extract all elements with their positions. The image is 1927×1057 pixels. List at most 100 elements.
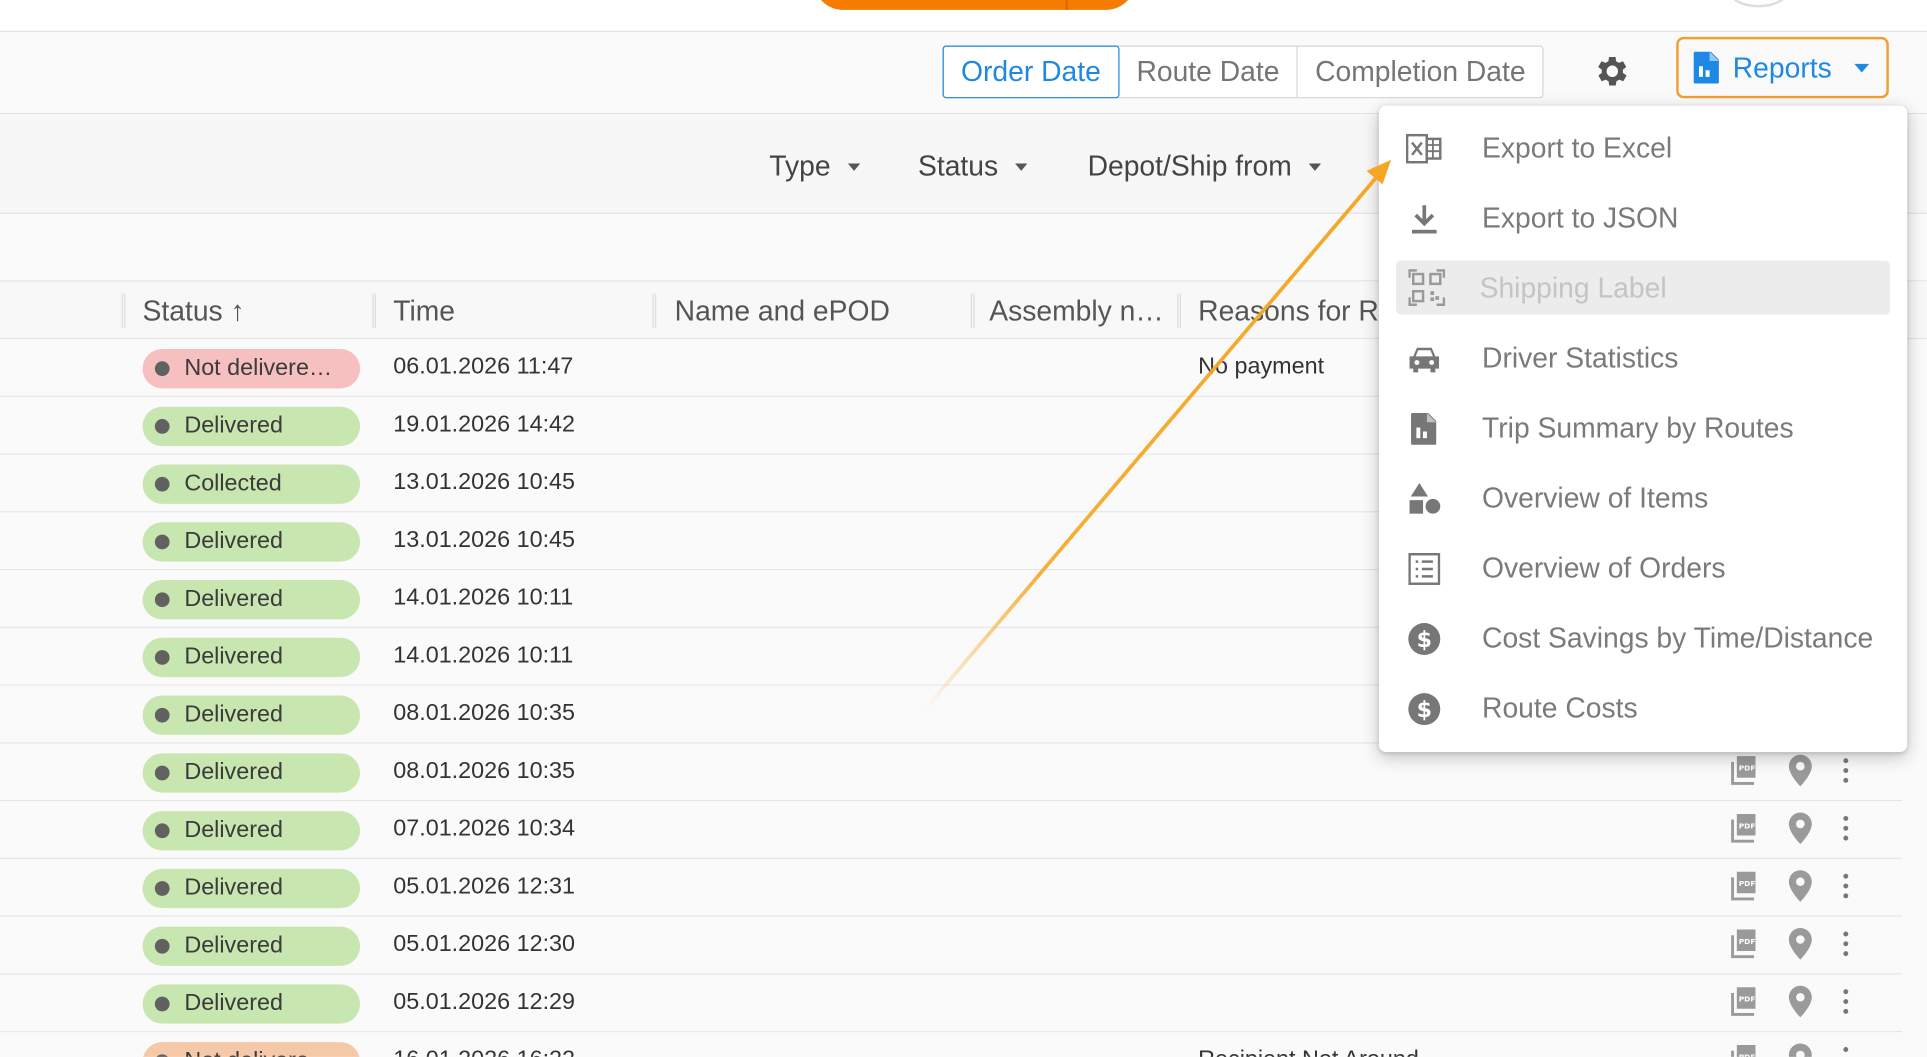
shapes-icon <box>1406 480 1443 517</box>
more-vertical-icon[interactable] <box>1841 1043 1851 1057</box>
time-cell: 05.01.2026 12:31 <box>393 873 576 900</box>
table-row[interactable]: Delivered 07.01.2026 10:34 PDF <box>0 801 1903 860</box>
column-header-name[interactable]: Name and ePOD <box>675 281 964 340</box>
menu-item-export-to-json[interactable]: Export to JSON <box>1379 183 1907 253</box>
location-pin-icon[interactable] <box>1787 753 1814 787</box>
location-pin-icon[interactable] <box>1787 811 1814 845</box>
status-badge: Delivered <box>142 522 361 562</box>
time-cell: 06.01.2026 11:47 <box>393 353 574 380</box>
status-badge-label: Delivered <box>184 990 283 1017</box>
status-badge: Delivered <box>142 695 361 735</box>
row-actions: PDF <box>1725 927 1850 961</box>
svg-text:PDF: PDF <box>1739 937 1756 946</box>
status-dot-icon <box>154 476 170 492</box>
more-vertical-icon[interactable] <box>1841 870 1851 902</box>
table-row[interactable]: Not delivere… 16.01.2026 16:22 Recipient N… <box>0 1032 1903 1057</box>
tab-completion-date[interactable]: Completion Date <box>1298 47 1543 97</box>
location-pin-icon[interactable] <box>1787 869 1814 903</box>
menu-item-trip-summary-by-routes[interactable]: Trip Summary by Routes <box>1379 393 1907 463</box>
pdf-icon[interactable]: PDF <box>1725 927 1759 961</box>
status-dot-icon <box>154 419 170 434</box>
top-navigation-strip <box>0 0 1927 32</box>
status-badge-label: Delivered <box>184 586 283 612</box>
menu-item-cost-savings-by-time-distance[interactable]: $ Cost Savings by Time/Distance <box>1379 603 1907 673</box>
column-header-time[interactable]: Time <box>393 281 645 340</box>
menu-item-label: Route Costs <box>1482 691 1638 724</box>
location-pin-icon[interactable] <box>1787 984 1814 1018</box>
location-pin-icon[interactable] <box>1787 927 1814 961</box>
pdf-icon[interactable]: PDF <box>1725 811 1759 845</box>
status-dot-icon <box>154 881 170 896</box>
table-row[interactable]: Delivered 05.01.2026 12:30 PDF <box>0 916 1903 975</box>
svg-text:PDF: PDF <box>1739 821 1756 830</box>
table-row[interactable]: Delivered 05.01.2026 12:31 PDF <box>0 859 1903 917</box>
more-vertical-icon[interactable] <box>1841 928 1851 960</box>
status-dot-icon <box>154 707 170 723</box>
menu-item-export-to-excel[interactable]: Export to Excel <box>1379 113 1907 183</box>
status-dot-icon <box>154 765 170 781</box>
chevron-down-icon <box>1853 63 1869 72</box>
filter-type[interactable]: Type <box>769 150 861 183</box>
filter-status-label: Status <box>917 149 999 182</box>
tab-route-date[interactable]: Route Date <box>1119 46 1298 98</box>
file-icon <box>1406 410 1443 447</box>
date-type-toggle: Order Date Route Date Completion Date <box>942 45 1545 99</box>
more-vertical-icon[interactable] <box>1841 986 1851 1018</box>
time-cell: 13.01.2026 10:45 <box>393 469 576 496</box>
filter-depot[interactable]: Depot/Ship from <box>1088 150 1322 183</box>
more-vertical-icon[interactable] <box>1841 755 1851 787</box>
status-dot-icon <box>154 1054 170 1057</box>
menu-item-label: Cost Savings by Time/Distance <box>1482 621 1874 654</box>
reason-cell: No payment <box>1198 353 1325 380</box>
reports-button-label: Reports <box>1732 50 1832 83</box>
svg-text:PDF: PDF <box>1739 764 1756 773</box>
column-resize-handle[interactable] <box>372 293 377 329</box>
tab-order-date[interactable]: Order Date <box>942 45 1120 99</box>
column-resize-handle[interactable] <box>1177 293 1181 329</box>
svg-text:$: $ <box>1417 626 1432 652</box>
time-cell: 14.01.2026 10:11 <box>393 642 574 669</box>
column-resize-handle[interactable] <box>121 293 126 329</box>
primary-action-button[interactable] <box>813 0 1136 10</box>
svg-text:PDF: PDF <box>1739 995 1756 1004</box>
status-dot-icon <box>154 938 170 954</box>
menu-item-label: Overview of Orders <box>1482 551 1726 584</box>
status-badge-label: Delivered <box>184 412 283 439</box>
menu-item-overview-of-orders[interactable]: Overview of Orders <box>1379 533 1907 603</box>
status-badge-label: Not delivere… <box>184 1048 332 1057</box>
status-badge: Delivered <box>142 811 361 851</box>
location-pin-icon[interactable] <box>1787 1042 1814 1057</box>
avatar[interactable] <box>1727 0 1790 8</box>
column-resize-handle[interactable] <box>970 293 975 329</box>
status-badge: Delivered <box>142 406 361 447</box>
chevron-down-icon <box>1309 162 1322 171</box>
status-badge: Delivered <box>142 637 361 678</box>
time-cell: 05.01.2026 12:29 <box>393 989 576 1016</box>
pdf-icon[interactable]: PDF <box>1725 984 1759 1018</box>
row-actions: PDF <box>1725 811 1850 845</box>
pdf-icon[interactable]: PDF <box>1725 869 1759 903</box>
menu-item-overview-of-items[interactable]: Overview of Items <box>1379 463 1907 533</box>
chevron-down-icon <box>847 162 861 171</box>
menu-item-route-costs[interactable]: $ Route Costs <box>1379 673 1907 743</box>
column-resize-handle[interactable] <box>652 293 657 329</box>
table-row[interactable]: Delivered 05.01.2026 12:29 PDF <box>0 974 1903 1033</box>
filter-status[interactable]: Status <box>918 150 1028 183</box>
pdf-icon[interactable]: PDF <box>1725 1042 1759 1057</box>
time-cell: 16.01.2026 16:22 <box>393 1047 575 1057</box>
gear-icon[interactable] <box>1593 52 1632 91</box>
column-header-status[interactable]: Status ↑ <box>143 281 370 340</box>
status-badge-label: Delivered <box>184 759 283 786</box>
row-actions: PDF <box>1725 753 1850 787</box>
app-screen: Order Date Route Date Completion Date Re… <box>0 0 1927 1057</box>
menu-item-shipping-label: Shipping Label <box>1396 260 1891 315</box>
report-document-icon <box>1693 51 1719 84</box>
status-dot-icon <box>154 650 170 665</box>
column-header-reasons[interactable]: Reasons for R <box>1198 281 1382 340</box>
column-header-assembly[interactable]: Assembly n… <box>989 281 1167 340</box>
menu-item-driver-statistics[interactable]: Driver Statistics <box>1379 323 1907 393</box>
table-row[interactable]: Delivered 08.01.2026 10:35 PDF <box>0 743 1903 802</box>
pdf-icon[interactable]: PDF <box>1725 753 1759 787</box>
more-vertical-icon[interactable] <box>1841 812 1851 844</box>
reports-button[interactable]: Reports <box>1676 36 1889 99</box>
